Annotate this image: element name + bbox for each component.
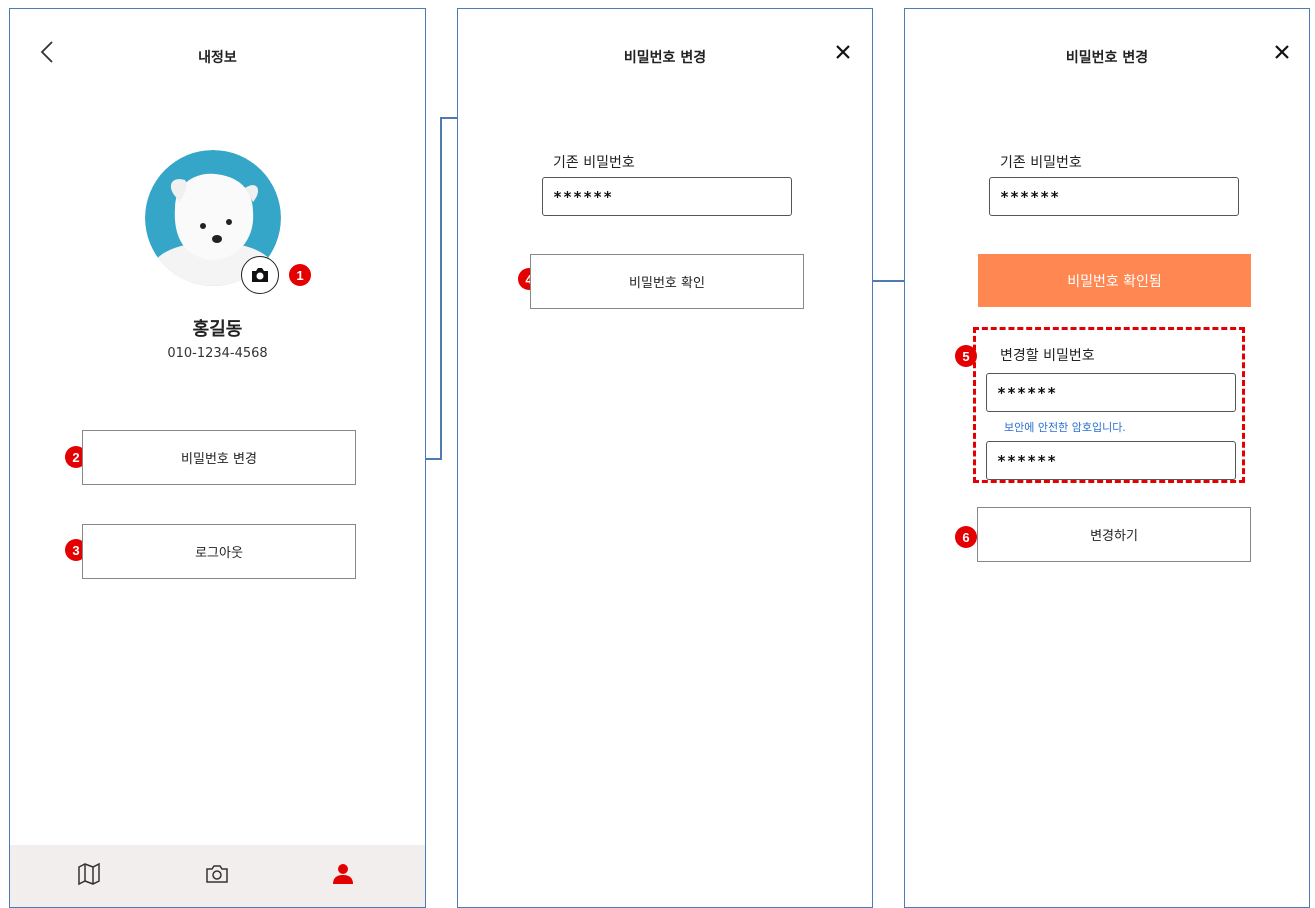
profile-name: 홍길동: [192, 319, 243, 340]
verify-password-button[interactable]: 비밀번호 확인: [530, 254, 804, 309]
bottom-tab-bar: [10, 845, 425, 907]
submit-change-label: 변경하기: [1090, 529, 1138, 544]
page-title: 내정보: [198, 50, 237, 66]
camera-icon: [252, 268, 268, 282]
profile-phone: 010-1234-4568: [167, 346, 268, 361]
step-marker-6: 6: [955, 526, 977, 548]
screen-my-info: 내정보 1 홍길동 010-1234-4568 2 비밀번호 변경 3 로그아웃: [9, 8, 426, 908]
close-icon[interactable]: [1273, 43, 1291, 61]
step-marker-5: 5: [955, 345, 977, 367]
logout-button[interactable]: 로그아웃: [82, 524, 356, 579]
change-photo-button[interactable]: [241, 256, 279, 294]
current-password-input[interactable]: ******: [542, 177, 792, 216]
change-password-label: 비밀번호 변경: [181, 452, 257, 467]
screen-password-verify: 비밀번호 변경 기존 비밀번호 ****** 4 비밀번호 확인: [457, 8, 873, 908]
password-verified-label: 비밀번호 확인됨: [1067, 273, 1162, 290]
camera-tab-icon[interactable]: [204, 861, 230, 887]
password-verified-button[interactable]: 비밀번호 확인됨: [978, 254, 1251, 307]
page-title: 비밀번호 변경: [1065, 50, 1149, 66]
new-password-input[interactable]: ******: [986, 373, 1236, 412]
new-password-label: 변경할 비밀번호: [1000, 348, 1095, 364]
current-password-input[interactable]: ******: [989, 177, 1239, 216]
screen-password-change: 비밀번호 변경 기존 비밀번호 ****** 비밀번호 확인됨 변경할 비밀번호…: [904, 8, 1310, 908]
map-icon[interactable]: [76, 861, 102, 887]
new-password-group: 변경할 비밀번호 ****** 보안에 안전한 암호입니다. ******: [973, 327, 1245, 483]
current-password-label: 기존 비밀번호: [553, 155, 635, 171]
password-strength-hint: 보안에 안전한 암호입니다.: [1004, 421, 1126, 434]
step-marker-1: 1: [289, 264, 311, 286]
user-icon[interactable]: [330, 861, 356, 887]
change-password-button[interactable]: 비밀번호 변경: [82, 430, 356, 485]
page-title: 비밀번호 변경: [623, 50, 707, 66]
confirm-password-input[interactable]: ******: [986, 441, 1236, 480]
submit-change-button[interactable]: 변경하기: [977, 507, 1251, 562]
close-icon[interactable]: [834, 43, 852, 61]
logout-label: 로그아웃: [195, 546, 243, 561]
verify-password-label: 비밀번호 확인: [629, 276, 705, 291]
current-password-label: 기존 비밀번호: [1000, 155, 1082, 171]
